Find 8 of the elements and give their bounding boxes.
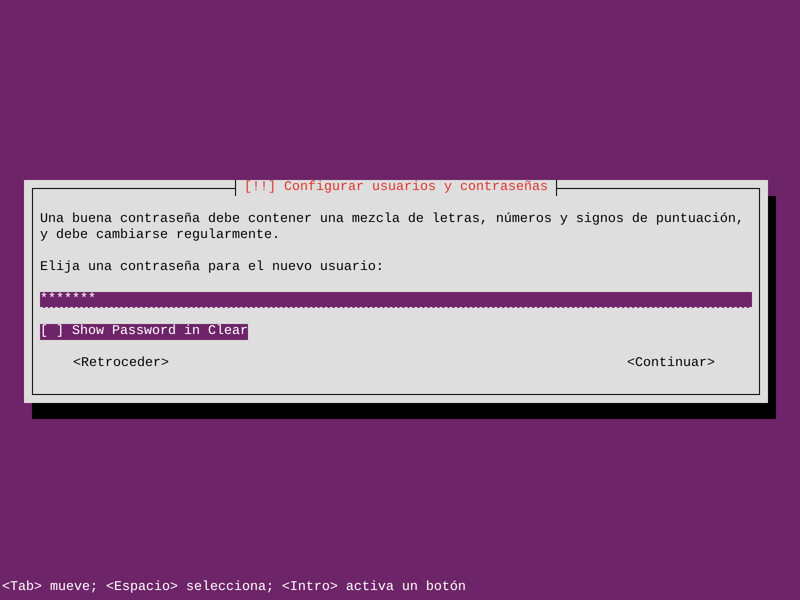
show-password-checkbox[interactable]: [ ] Show Password in Clear [40, 324, 248, 340]
status-bar-hint: <Tab> mueve; <Espacio> selecciona; <Intro> activa un botón [1, 580, 467, 596]
continue-button[interactable]: <Continuar> [627, 356, 715, 372]
dialog-text: Elija una contraseña para el nuevo usuario: [40, 260, 385, 276]
password-field[interactable]: ******* [40, 292, 752, 308]
back-button[interactable]: <Retroceder> [73, 356, 169, 372]
dialog-text: Una buena contraseña debe contener una mezcla de letras, números y signos de puntuación, y debe cambiarse regularmente. [40, 212, 745, 244]
dialog-title: [!!] Configurar usuarios y contraseñas [235, 180, 557, 196]
